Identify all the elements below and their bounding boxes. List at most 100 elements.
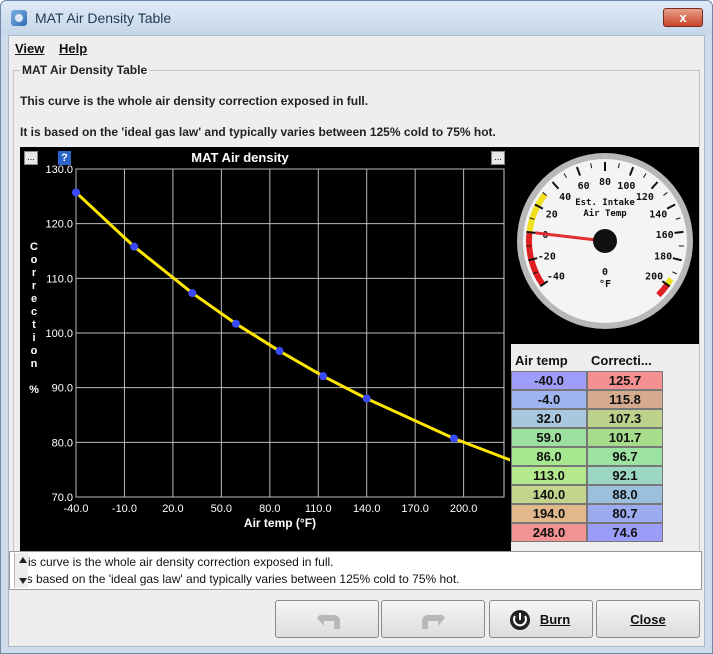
- table-panel: MAT Air Density Table This curve is the …: [13, 63, 700, 577]
- table-row[interactable]: -40.0 125.7: [511, 371, 665, 390]
- table-row[interactable]: 59.0 101.7: [511, 428, 665, 447]
- x-tick-label: 170.0: [401, 503, 429, 515]
- x-tick-label: 110.0: [305, 503, 332, 515]
- x-axis-label: Air temp (°F): [244, 516, 316, 530]
- gauge-tick-label: 40: [559, 192, 571, 203]
- x-tick-label: 20.0: [162, 503, 183, 515]
- gauge-tick-label: 180: [654, 252, 672, 263]
- temperature-gauge: -40 -20 0 2040 60 80 100120 140 160 180 200 Est. In…: [517, 153, 693, 329]
- log-text-area[interactable]: This curve is the whole air density corr…: [9, 551, 702, 590]
- table-row[interactable]: 248.0 74.6: [511, 523, 665, 542]
- scroll-down-icon[interactable]: [19, 578, 27, 584]
- table-row[interactable]: -4.0 115.8: [511, 390, 665, 409]
- y-tick-label: 70.0: [52, 492, 73, 504]
- undo-button[interactable]: [275, 600, 379, 638]
- menu-view[interactable]: View: [15, 41, 44, 56]
- log-line-1: This curve is the whole air density corr…: [14, 555, 334, 569]
- table-row[interactable]: 86.0 96.7: [511, 447, 665, 466]
- y-axis-label-char: r: [32, 280, 37, 292]
- y-tick-label: 100.0: [45, 328, 73, 340]
- cell-correction[interactable]: 125.7: [587, 371, 663, 390]
- cell-correction[interactable]: 107.3: [587, 409, 663, 428]
- gauge-tick-label: -20: [538, 252, 556, 263]
- y-axis-label-char: r: [32, 267, 37, 279]
- redo-icon: [422, 610, 445, 629]
- y-axis-label-char: o: [31, 345, 38, 357]
- chart-svg[interactable]: MAT Air density -40.0 -10.0 20.0 50.0 80.0 110…: [20, 147, 511, 577]
- cell-air-temp[interactable]: 113.0: [511, 466, 587, 485]
- y-tick-label: 120.0: [45, 219, 73, 231]
- cell-correction[interactable]: 92.1: [587, 466, 663, 485]
- cell-correction[interactable]: 74.6: [587, 523, 663, 542]
- gauge-tick-label: 160: [656, 230, 674, 241]
- data-point: [449, 434, 458, 443]
- title-bar: MAT Air Density Table x: [1, 1, 712, 35]
- gauge-tick-label: 140: [649, 209, 667, 220]
- y-axis-label-char: c: [31, 306, 37, 318]
- gauge-hot-yellow-arc: [664, 277, 674, 287]
- burn-button[interactable]: Burn: [489, 600, 593, 638]
- table-row[interactable]: 32.0 107.3: [511, 409, 665, 428]
- table-row[interactable]: 194.0 80.7: [511, 504, 665, 523]
- gauge-tick-label: 120: [636, 192, 654, 203]
- x-tick-label: -40.0: [63, 503, 88, 515]
- cell-air-temp[interactable]: 194.0: [511, 504, 587, 523]
- cell-air-temp[interactable]: 248.0: [511, 523, 587, 542]
- y-axis-label-char: C: [30, 241, 38, 253]
- panel-description-1: This curve is the whole air density corr…: [20, 94, 369, 108]
- cell-correction[interactable]: 115.8: [587, 390, 663, 409]
- cell-air-temp[interactable]: 59.0: [511, 428, 587, 447]
- cell-correction[interactable]: 80.7: [587, 504, 663, 523]
- burn-button-label: Burn: [539, 612, 571, 627]
- gauge-label-line1: Est. Intake: [575, 198, 635, 208]
- y-axis-label-char: n: [31, 358, 38, 370]
- chart-title: MAT Air density: [191, 150, 289, 165]
- close-button[interactable]: Close: [596, 600, 700, 638]
- scroll-up-icon[interactable]: [19, 557, 27, 563]
- cell-air-temp[interactable]: 140.0: [511, 485, 587, 504]
- gauge-tick-label: 80: [599, 177, 611, 188]
- table-row[interactable]: 140.0 88.0: [511, 485, 665, 504]
- gauge-tick: [674, 230, 684, 234]
- table-row[interactable]: 113.0 92.1: [511, 466, 665, 485]
- y-tick-label: 110.0: [46, 273, 73, 285]
- gauge-tick: [526, 230, 536, 234]
- data-point: [362, 394, 371, 403]
- undo-icon: [317, 610, 340, 629]
- data-point: [275, 347, 284, 356]
- menu-help[interactable]: Help: [59, 41, 87, 56]
- panel-title: MAT Air Density Table: [20, 63, 150, 77]
- data-point: [188, 289, 197, 298]
- menu-view-label: View: [15, 41, 45, 56]
- menu-help-label: Help: [59, 41, 88, 56]
- cell-correction[interactable]: 96.7: [587, 447, 663, 466]
- cell-air-temp[interactable]: 32.0: [511, 409, 587, 428]
- data-point: [130, 242, 139, 251]
- y-axis-label-char: %: [29, 384, 39, 396]
- cell-air-temp[interactable]: -4.0: [511, 390, 587, 409]
- gauge-tick-label: 200: [645, 271, 663, 282]
- menu-bar: View Help: [9, 36, 704, 60]
- series-line: [76, 191, 510, 462]
- gauge-value: 0: [602, 267, 608, 278]
- cell-air-temp[interactable]: 86.0: [511, 447, 587, 466]
- cell-air-temp[interactable]: -40.0: [511, 371, 587, 390]
- redo-button[interactable]: [381, 600, 485, 638]
- cell-correction[interactable]: 88.0: [587, 485, 663, 504]
- x-tick-label: 80.0: [259, 503, 280, 515]
- y-axis-label-char: t: [32, 319, 36, 331]
- chart-area[interactable]: ... ? ... MAT Air density -40.0 -10.0 20.0 5…: [20, 147, 511, 577]
- y-tick-label: 90.0: [52, 383, 73, 395]
- window-close-button[interactable]: x: [663, 8, 703, 27]
- log-scrollbar[interactable]: [14, 553, 28, 588]
- close-button-label: Close: [630, 612, 666, 627]
- window-title: MAT Air Density Table: [35, 10, 172, 26]
- data-point: [319, 372, 328, 381]
- gauge-tick-label: 60: [578, 181, 590, 192]
- x-tick-label: -10.0: [112, 503, 137, 515]
- gauge-hub: [593, 229, 617, 253]
- log-line-2: It is based on the 'ideal gas law' and t…: [14, 572, 460, 586]
- data-point: [231, 319, 240, 328]
- cell-correction[interactable]: 101.7: [587, 428, 663, 447]
- y-tick-label: 80.0: [52, 437, 73, 449]
